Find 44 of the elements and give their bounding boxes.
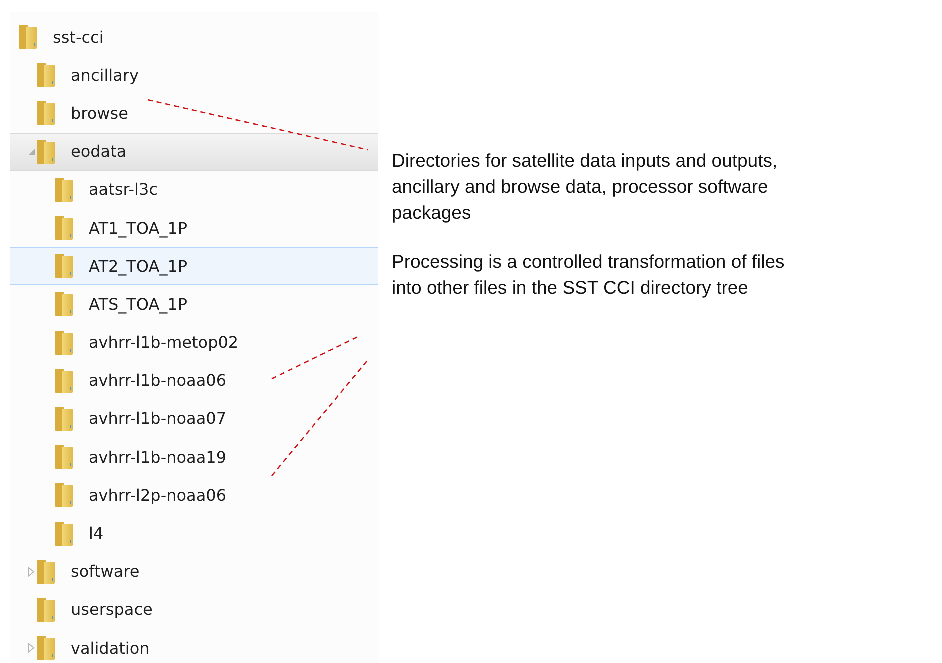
folder-name[interactable]: avhrr-l1b-noaa06 <box>89 371 226 390</box>
folder-name[interactable]: avhrr-l1b-metop02 <box>89 333 239 352</box>
annotation-text: Processing is a controlled transformation of files <box>392 250 785 274</box>
folder-icon <box>36 100 56 126</box>
folder-icon <box>54 176 74 203</box>
folder-icon <box>36 635 56 662</box>
collapse-arrow-icon[interactable] <box>28 643 35 654</box>
annotation-text: into other files in the SST CCI directory tree <box>392 276 750 300</box>
folder-icon <box>54 253 74 280</box>
annotation-text: packages <box>392 201 472 225</box>
folder-name[interactable]: avhrr-l1b-noaa19 <box>89 448 226 467</box>
tree-row-highlight[interactable]: AT2_TOA_1P <box>10 247 378 286</box>
folder-name[interactable]: eodata <box>71 142 127 162</box>
folder-icon <box>36 558 56 585</box>
folder-name[interactable]: browse <box>71 104 128 123</box>
annotation-text: ancillary and browse data, processor software <box>392 175 770 199</box>
folder-name[interactable]: sst-cci <box>53 28 104 47</box>
folder-icon <box>54 444 74 470</box>
folder-name[interactable]: avhrr-l2p-noaa06 <box>89 486 226 505</box>
folder-name[interactable]: userspace <box>71 600 153 620</box>
folder-name[interactable]: validation <box>71 638 150 658</box>
folder-name[interactable]: avhrr-l1b-noaa07 <box>89 409 226 428</box>
folder-icon <box>36 138 56 165</box>
folder-icon <box>54 368 74 394</box>
folder-name[interactable]: aatsr-l3c <box>89 180 158 200</box>
folder-icon <box>54 215 74 242</box>
folder-name[interactable]: AT1_TOA_1P <box>89 218 188 238</box>
folder-name[interactable]: ancillary <box>71 66 139 85</box>
folder-icon <box>54 330 74 356</box>
folder-icon <box>54 482 74 508</box>
collapse-arrow-icon[interactable] <box>28 566 35 577</box>
annotation-text: Directories for satellite data inputs and outputs, <box>392 149 779 173</box>
folder-icon <box>54 291 74 318</box>
folder-name[interactable]: software <box>71 562 140 582</box>
folder-icon <box>36 62 56 88</box>
tree-row-highlight[interactable]: eodata <box>10 132 378 171</box>
expand-arrow-icon[interactable] <box>28 148 36 156</box>
folder-name[interactable]: AT2_TOA_1P <box>89 256 188 276</box>
folder-icon <box>18 24 38 50</box>
folder-name[interactable]: ATS_TOA_1P <box>89 294 188 314</box>
folder-icon <box>36 596 56 623</box>
folder-icon <box>54 520 74 547</box>
folder-icon <box>54 406 74 432</box>
folder-name[interactable]: l4 <box>89 524 104 544</box>
